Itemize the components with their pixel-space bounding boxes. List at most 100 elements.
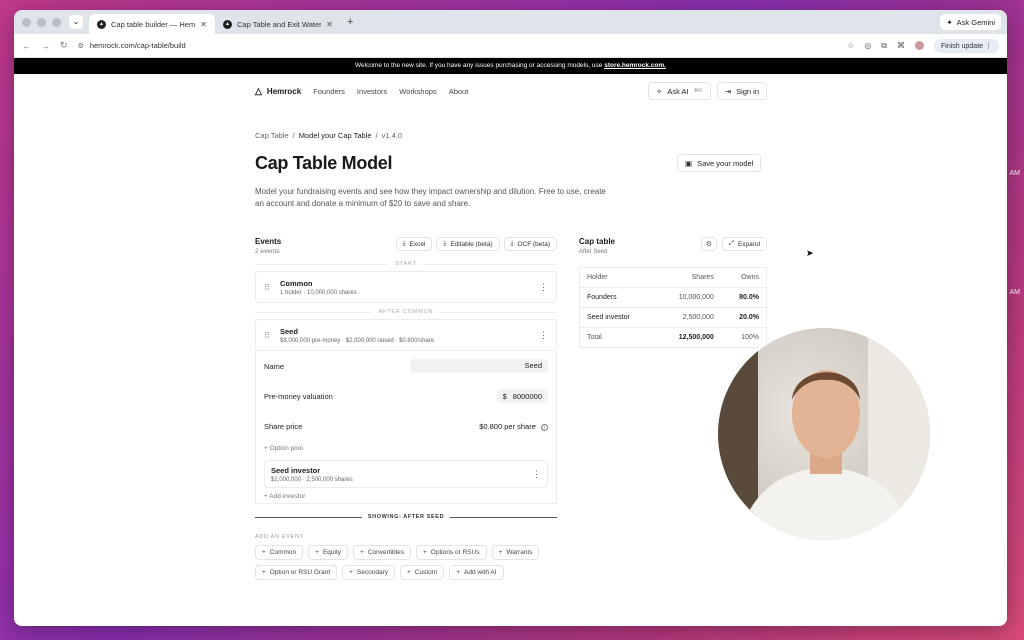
add-equity-button[interactable]: + Equity: [308, 545, 349, 560]
add-with-ai-button[interactable]: + Add with AI: [449, 565, 504, 580]
nav-link-workshops[interactable]: Workshops: [399, 87, 436, 96]
premoney-value: 8000000: [512, 391, 542, 401]
save-model-button[interactable]: ▣ Save your model: [677, 154, 762, 172]
seed-event-editor: Name Seed Pre-money valuation $ 8000000 …: [255, 351, 557, 504]
add-event-chips: + Common + Equity + Convertibles + Optio…: [255, 545, 557, 580]
option-pool-label: Option pool: [269, 445, 303, 452]
ask-gemini-button[interactable]: ✦ Ask Gemini: [940, 14, 1001, 30]
add-options-rsus-button[interactable]: + Options or RSUs: [415, 545, 487, 560]
extensions-puzzle-icon[interactable]: ⧉: [881, 41, 887, 51]
bookmark-star-icon[interactable]: ☆: [847, 41, 854, 50]
currency-symbol: $: [502, 391, 507, 401]
chip-label: Warrants: [506, 549, 533, 556]
investor-meta: $2,000,000 · 2,500,000 shares: [271, 476, 353, 483]
event-card-seed[interactable]: ⠿ Seed $8,000,000 pre-money · $2,000,000…: [255, 319, 557, 351]
more-options-icon[interactable]: ⋮: [539, 330, 548, 341]
profile-avatar[interactable]: [915, 41, 925, 50]
export-excel-button[interactable]: ⤓ Excel: [395, 237, 433, 251]
add-custom-button[interactable]: + Custom: [400, 565, 445, 580]
column-header-holder: Holder: [579, 267, 656, 288]
forward-arrow-icon[interactable]: →: [41, 41, 50, 51]
add-common-button[interactable]: + Common: [255, 545, 304, 560]
drag-handle-icon[interactable]: ⠿: [264, 283, 280, 292]
event-card-common[interactable]: ⠿ Common 1 holder · 10,000,000 shares ⋮: [255, 271, 557, 303]
finish-update-button[interactable]: Finish update ⋮: [934, 38, 999, 53]
cap-table-panel: Cap table After Seed ⚙ ⤢ Expand Holder Sh…: [579, 237, 767, 348]
chip-label: Convertibles: [367, 549, 404, 556]
back-arrow-icon[interactable]: ←: [22, 41, 31, 51]
chip-label: Options or RSUs: [430, 549, 480, 556]
chip-label: Option or RSU Grant: [269, 569, 331, 576]
save-icon: ▣: [685, 158, 693, 168]
add-investor-button[interactable]: + Add investor: [264, 493, 548, 500]
page-title: Cap Table Model: [255, 153, 393, 173]
tab-search-button[interactable]: ⌄: [69, 15, 83, 29]
url-text: hemrock.com/cap-table/build: [89, 41, 186, 50]
site-info-icon[interactable]: ⚙: [78, 42, 84, 50]
expand-label: Expand: [737, 240, 760, 248]
holder-cell: Founders: [579, 287, 656, 308]
start-label: START: [395, 261, 417, 267]
export-editable-label: Editable (beta): [450, 240, 493, 248]
table-total-row: Total 12,500,000 100%: [579, 327, 767, 348]
tab-cap-table-builder[interactable]: ▲ Cap table builder — Hemrock ✕: [89, 14, 215, 34]
premoney-input[interactable]: $ 8000000: [496, 389, 548, 403]
gear-icon: ⚙: [705, 241, 712, 248]
banner-store-link[interactable]: store.hemrock.com.: [604, 62, 666, 69]
more-options-icon[interactable]: ⋮: [539, 282, 548, 293]
nav-link-founders[interactable]: Founders: [313, 87, 345, 96]
presenter-video-image: [718, 328, 930, 540]
tab-bar: ⌄ ▲ Cap table builder — Hemrock ✕ ▲ Cap …: [14, 10, 1007, 34]
share-price-label: Share price: [264, 421, 303, 431]
page-description: Model your fundraising events and see ho…: [255, 187, 606, 208]
add-option-pool-button[interactable]: + Option pool: [264, 445, 548, 452]
sparkle-icon: ✧: [656, 86, 663, 96]
expand-button[interactable]: ⤢ Expand: [721, 237, 767, 251]
event-name-input[interactable]: Seed: [410, 359, 548, 373]
more-options-icon[interactable]: ⋮: [532, 469, 541, 480]
close-tab-icon[interactable]: ✕: [200, 20, 207, 29]
sign-in-button[interactable]: ⇥ Sign in: [716, 82, 767, 100]
chip-label: Common: [269, 549, 297, 556]
start-divider: START: [255, 261, 557, 267]
zoom-window-button[interactable]: [52, 17, 61, 27]
add-warrants-button[interactable]: + Warrants: [491, 545, 540, 560]
investor-name: Seed investor: [271, 465, 321, 475]
info-icon[interactable]: i: [541, 423, 548, 431]
address-bar[interactable]: ⚙ hemrock.com/cap-table/build: [78, 41, 838, 50]
chip-label: Add with AI: [464, 569, 497, 576]
announcement-banner: Welcome to the new site. If you have any…: [14, 58, 1007, 74]
new-tab-button[interactable]: +: [347, 16, 353, 28]
owns-cell: 20.0%: [720, 307, 767, 328]
settings-button[interactable]: ⚙: [700, 237, 717, 251]
add-secondary-button[interactable]: + Secondary: [342, 565, 395, 580]
drag-handle-icon[interactable]: ⠿: [264, 331, 280, 340]
tab-exit-waterfall[interactable]: ▲ Cap Table and Exit Waterfall ✕: [215, 14, 341, 34]
add-option-rsu-grant-button[interactable]: + Option or RSU Grant: [255, 565, 338, 580]
extension-icon[interactable]: ◎: [864, 41, 871, 50]
add-event-heading: ADD AN EVENT: [255, 534, 304, 540]
nav-link-about[interactable]: About: [449, 87, 469, 96]
breadcrumb-root[interactable]: Cap Table: [255, 131, 289, 140]
investor-card[interactable]: Seed investor $2,000,000 · 2,500,000 sha…: [264, 460, 548, 488]
brand-logo[interactable]: △ Hemrock: [255, 86, 301, 97]
site-nav: △ Hemrock Founders Investors Workshops A…: [255, 82, 767, 100]
close-tab-icon[interactable]: ✕: [326, 20, 333, 29]
column-header-shares: Shares: [655, 267, 721, 288]
add-convertibles-button[interactable]: + Convertibles: [353, 545, 411, 560]
download-icon: ⤓: [443, 240, 447, 247]
cap-table: Holder Shares Owns Founders 10,000,000 8…: [579, 267, 767, 348]
close-window-button[interactable]: [22, 17, 31, 27]
minimize-window-button[interactable]: [37, 17, 46, 27]
export-editable-button[interactable]: ⤓ Editable (beta): [436, 237, 500, 251]
reload-icon[interactable]: ↻: [60, 40, 68, 51]
chip-label: Equity: [322, 549, 342, 556]
nav-link-investors[interactable]: Investors: [357, 87, 387, 96]
export-ocf-button[interactable]: ⤓ OCF (beta): [503, 237, 557, 251]
ask-ai-button[interactable]: ✧ Ask AI ⌘K: [648, 82, 711, 100]
event-name: Common: [280, 278, 313, 288]
shares-cell: 10,000,000: [655, 287, 721, 308]
download-icon: ⤓: [510, 240, 514, 247]
media-icon[interactable]: ⌘: [897, 41, 905, 50]
hemrock-favicon-icon: ▲: [97, 19, 106, 29]
